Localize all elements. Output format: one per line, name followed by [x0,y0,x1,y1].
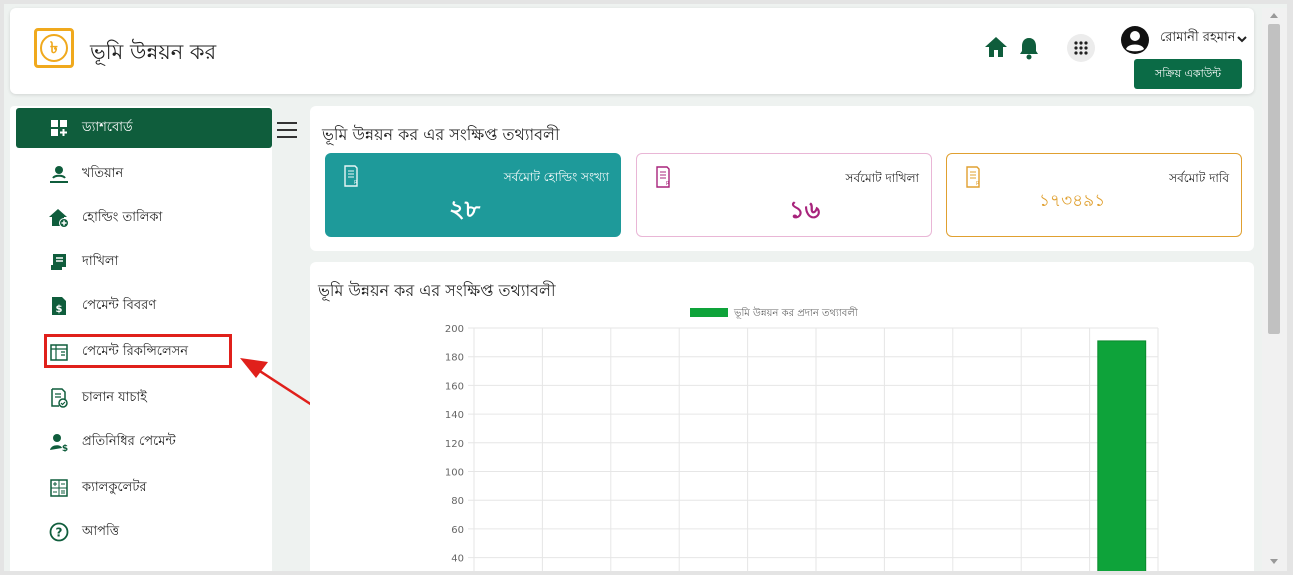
vertical-scrollbar[interactable] [1262,8,1287,571]
active-account-button[interactable]: সক্রিয় একাউন্ট [1134,59,1242,89]
chart-card: ভূমি উন্নয়ন কর এর সংক্ষিপ্ত তথ্যাবলী ভূ… [310,262,1254,571]
stat-value: ১৭৩৪৯১ [1039,191,1106,211]
menu-toggle-icon[interactable] [277,122,297,143]
bar-chart: ভূমি উন্নয়ন কর প্রদান তথ্যাবলী 200 180 160… [445,306,1159,571]
user-name[interactable]: রোমানী রহমান [1160,28,1236,49]
stat-holding-count: R সর্বমোট হোল্ডিং সংখ্যা ২৮ [325,153,621,237]
highlight-box [44,334,232,368]
scroll-down-icon[interactable] [1270,559,1278,565]
house-add-icon [48,207,70,229]
document-icon: R [656,166,670,188]
y-tick-label: 60 [451,525,464,536]
summary-title: ভূমি উন্নয়ন কর এর সংক্ষিপ্ত তথ্যাবলী [322,125,560,144]
y-tick-label: 200 [445,324,464,335]
sidebar-item-khatian[interactable]: খতিয়ান [16,154,272,194]
sidebar-item-agent-payment[interactable]: $ প্রতিনিধির পেমেন্ট [16,422,272,462]
sidebar-item-holding-list[interactable]: হোল্ডিং তালিকা [16,198,272,238]
svg-text:R: R [666,181,670,187]
sidebar-item-label: ড্যাশবোর্ড [82,119,133,135]
y-tick-label: 120 [445,439,464,450]
svg-text:?: ? [56,526,63,540]
chart-bar [1097,340,1147,571]
apps-grid-icon[interactable] [1067,34,1095,62]
sidebar-item-label: ক্যালকুলেটর [82,479,147,495]
calculator-icon [48,477,70,499]
sidebar-item-label: পেমেন্ট বিবরণ [82,297,157,313]
user-avatar-icon[interactable] [1120,25,1150,55]
y-tick-label: 160 [445,381,464,392]
y-tick-label: 140 [445,410,464,421]
agent-payment-icon: $ [48,431,70,453]
stat-label: সর্বমোট দাখিলা [845,171,919,185]
sidebar-item-label: চালান যাচাই [82,389,147,405]
document-icon: R [344,165,358,187]
sidebar-item-partial[interactable] [16,558,272,571]
bell-icon[interactable] [1018,36,1040,60]
scroll-up-icon[interactable] [1270,12,1278,18]
circle-icon [48,567,70,571]
sidebar-item-label: প্রতিনিধির পেমেন্ট [82,433,176,449]
sidebar-item-dashboard[interactable]: ড্যাশবোর্ড [16,108,272,148]
y-tick-label: 100 [445,468,464,479]
sidebar-item-label: আপত্তি [82,523,120,539]
svg-text:$: $ [56,304,63,315]
sidebar-item-objection[interactable]: ? আপত্তি [16,512,272,552]
app-title: ভূমি উন্নয়ন কর [90,40,217,64]
scrollbar-thumb[interactable] [1268,24,1280,334]
sidebar-item-label: দাখিলা [82,253,119,269]
stat-label: সর্বমোট হোল্ডিং সংখ্যা [503,170,609,184]
taka-icon: ৳ [40,34,68,62]
dashboard-icon [48,117,70,139]
stat-total-demand: R সর্বমোট দাবি ১৭৩৪৯১ [946,153,1242,237]
y-tick-label: 180 [445,353,464,364]
summary-card: ভূমি উন্নয়ন কর এর সংক্ষিপ্ত তথ্যাবলী R … [310,106,1254,251]
document-icon: R [966,166,980,188]
top-header: ৳ ভূমি উন্নয়ন কর রোমানী রহমান সক্রিয় এ… [10,8,1254,94]
stat-value: ১৬ [789,196,821,224]
sidebar-item-payment-details[interactable]: $ পেমেন্ট বিবরণ [16,286,272,326]
sidebar-item-calculator[interactable]: ক্যালকুলেটর [16,468,272,508]
sidebar-item-dakhila[interactable]: দাখিলা [16,242,272,282]
svg-text:$: $ [62,444,68,452]
stat-value: ২৮ [449,195,481,223]
svg-text:R: R [976,181,980,187]
sidebar-item-label: খতিয়ান [82,165,124,181]
home-icon[interactable] [984,36,1008,58]
svg-text:R: R [354,180,358,186]
sidebar-item-label: হোল্ডিং তালিকা [82,209,163,225]
y-tick-label: 40 [451,554,464,565]
question-icon: ? [48,521,70,543]
stat-label: সর্বমোট দাবি [1169,171,1229,185]
legend-label: ভূমি উন্নয়ন কর প্রদান তথ্যাবলী [733,306,858,319]
challan-check-icon [48,387,70,409]
app-logo[interactable]: ৳ [34,28,74,68]
person-pin-icon [48,163,70,185]
chevron-down-icon[interactable] [1236,34,1248,44]
browser-viewport: ৳ ভূমি উন্নয়ন কর রোমানী রহমান সক্রিয় এ… [4,4,1287,571]
y-tick-label: 80 [451,496,464,507]
stat-dakhila-count: R সর্বমোট দাখিলা ১৬ [636,153,932,237]
legend-swatch [690,308,728,317]
receipt-icon [48,251,70,273]
payment-doc-icon: $ [48,295,70,317]
